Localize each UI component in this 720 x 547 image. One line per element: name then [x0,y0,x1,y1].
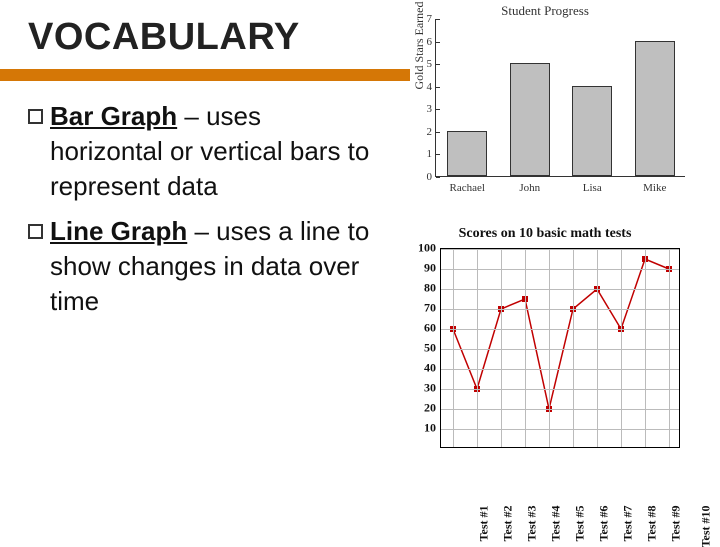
x-label: Test #1 [476,506,491,542]
gridline-v [573,249,574,447]
left-column: VOCABULARY Bar Graph – uses horizontal o… [0,0,390,540]
y-tick: 90 [412,261,436,276]
y-tick: 5 [414,58,432,70]
line-plot-area [440,248,680,448]
line-series [453,259,669,409]
gridline-v [621,249,622,447]
gridline-v [501,249,502,447]
y-tick: 60 [412,321,436,336]
y-tick: 30 [412,381,436,396]
x-label: Test #6 [596,506,611,542]
y-tick: 20 [412,401,436,416]
gridline-v [453,249,454,447]
bar-plot-area: 01234567RachaelJohnLisaMike [435,19,685,177]
x-label: Test #8 [644,506,659,542]
y-tick: 100 [412,241,436,256]
page-title: VOCABULARY [28,16,380,59]
x-label: Test #9 [668,506,683,542]
bar [447,131,487,176]
y-tick: 70 [412,301,436,316]
x-label: Lisa [564,182,620,194]
y-tick: 40 [412,361,436,376]
gridline-v [525,249,526,447]
y-tick: 6 [414,36,432,48]
x-label: Test #10 [698,506,713,547]
x-label: Test #4 [548,506,563,542]
right-column: Student Progress Gold Stars Earned This … [390,0,720,540]
bullet-list: Bar Graph – uses horizontal or vertical … [28,99,380,320]
bar [510,63,550,176]
gridline-v [597,249,598,447]
y-tick: 80 [412,281,436,296]
y-tick: 50 [412,341,436,356]
y-tick: 0 [414,171,432,183]
y-tick: 10 [412,421,436,436]
list-item: Line Graph – uses a line to show changes… [28,214,380,319]
y-tick: 1 [414,148,432,160]
term: Bar Graph [50,101,177,131]
gridline-v [549,249,550,447]
x-label: Test #5 [572,506,587,542]
line-chart-title: Scores on 10 basic math tests [390,226,700,242]
term: Line Graph [50,216,187,246]
accent-bar [0,69,410,81]
slide: VOCABULARY Bar Graph – uses horizontal o… [0,0,720,540]
x-label: Test #2 [500,506,515,542]
x-label: Test #7 [620,506,635,542]
bar-chart: Student Progress Gold Stars Earned This … [390,5,700,210]
gridline-v [669,249,670,447]
line-chart: Scores on 10 basic math tests 10 20 30 40 50… [390,226,700,526]
bar-chart-title: Student Progress [390,3,700,19]
x-label: Mike [627,182,683,194]
x-label: Test #3 [524,506,539,542]
x-label: John [502,182,558,194]
y-tick: 2 [414,126,432,138]
list-item: Bar Graph – uses horizontal or vertical … [28,99,380,204]
bar [572,86,612,176]
y-tick: 3 [414,103,432,115]
x-label: Rachael [439,182,495,194]
y-tick: 7 [414,13,432,25]
y-tick: 4 [414,81,432,93]
bar [635,41,675,176]
gridline-v [645,249,646,447]
gridline-v [477,249,478,447]
